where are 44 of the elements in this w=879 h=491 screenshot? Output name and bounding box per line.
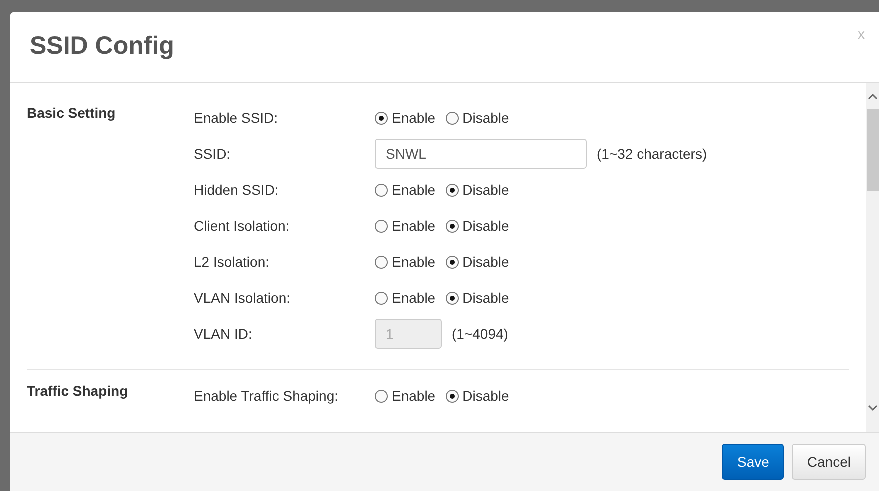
radio-button-icon[interactable]: [375, 390, 388, 402]
radio-button-icon[interactable]: [375, 220, 388, 232]
field-label: Hidden SSID:: [194, 182, 280, 198]
radio-button-icon[interactable]: [375, 112, 388, 124]
radio-option[interactable]: Disable: [446, 388, 510, 404]
radio-button-icon[interactable]: [446, 256, 459, 268]
field-label: SSID:: [194, 146, 232, 162]
field-label: Client Isolation:: [194, 218, 291, 234]
save-button[interactable]: Save: [722, 444, 784, 480]
radio-button-icon[interactable]: [446, 184, 459, 196]
radio-option[interactable]: Disable: [446, 182, 510, 198]
radio-button-icon[interactable]: [446, 390, 459, 402]
field-hint: (1~32 characters): [597, 146, 708, 162]
radio-button-icon[interactable]: [446, 292, 459, 304]
field-label: L2 Isolation:: [194, 254, 270, 270]
radio-button-icon[interactable]: [375, 292, 388, 304]
field-label: VLAN Isolation:: [194, 290, 292, 306]
field-hint: (1~4094): [452, 326, 508, 342]
radio-option[interactable]: Disable: [446, 218, 510, 234]
radio-option[interactable]: Enable: [375, 290, 436, 306]
scroll-down-icon[interactable]: [868, 404, 878, 412]
radio-button-icon[interactable]: [375, 256, 388, 268]
radio-option[interactable]: Enable: [375, 218, 436, 234]
field-label: Enable Traffic Shaping:: [194, 388, 340, 404]
text-field[interactable]: SNWL: [375, 139, 587, 169]
radio-button-icon[interactable]: [446, 220, 459, 232]
dialog-title: SSID Config: [30, 32, 174, 61]
radio-option[interactable]: Enable: [375, 110, 436, 126]
radio-option[interactable]: Disable: [446, 254, 510, 270]
cancel-button[interactable]: Cancel: [792, 444, 866, 480]
scroll-up-icon[interactable]: [868, 93, 878, 101]
section-title: Basic Setting: [27, 105, 116, 121]
scrollbar[interactable]: [866, 83, 879, 432]
field-label: VLAN ID:: [194, 326, 254, 342]
radio-option[interactable]: Enable: [375, 254, 436, 270]
radio-option[interactable]: Disable: [446, 110, 510, 126]
field-label: Enable SSID:: [194, 110, 280, 126]
radio-button-icon[interactable]: [375, 184, 388, 196]
section-title: Traffic Shaping: [27, 383, 128, 399]
radio-button-icon[interactable]: [446, 112, 459, 124]
radio-option[interactable]: Enable: [375, 388, 436, 404]
radio-option[interactable]: Enable: [375, 182, 436, 198]
scrollbar-thumb[interactable]: [866, 109, 878, 191]
radio-option[interactable]: Disable: [446, 290, 510, 306]
